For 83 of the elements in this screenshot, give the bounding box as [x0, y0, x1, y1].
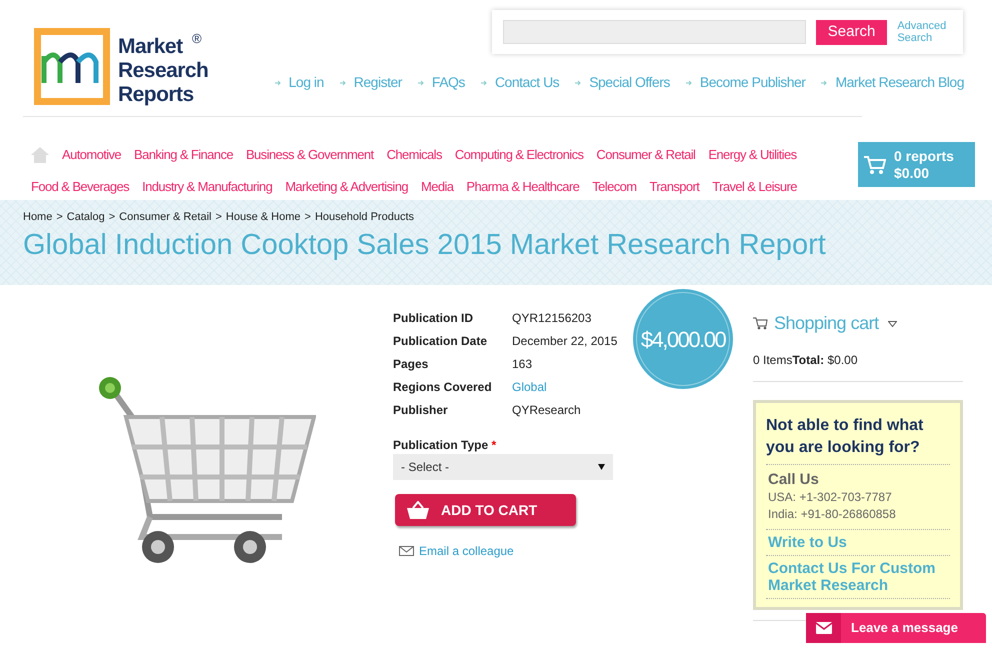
- arrow-icon: [274, 80, 281, 86]
- breadcrumb-link[interactable]: House & Home: [226, 209, 300, 226]
- category-link[interactable]: Pharma & Healthcare: [466, 177, 580, 197]
- cart-icon: [864, 154, 886, 174]
- category-link[interactable]: Food & Beverages: [31, 177, 130, 197]
- category-link[interactable]: Automotive: [62, 145, 122, 165]
- help-link[interactable]: Write to Us: [768, 534, 950, 551]
- envelope-icon: [399, 546, 414, 556]
- leave-message-button[interactable]: Leave a message: [806, 613, 986, 643]
- nav-link[interactable]: Special Offers: [589, 72, 670, 93]
- nav-link[interactable]: Contact Us: [494, 72, 560, 93]
- publication-type-select[interactable]: - Select -: [393, 454, 613, 480]
- arrow-icon: [686, 80, 692, 86]
- category-link[interactable]: Marketing & Advertising: [285, 177, 408, 197]
- breadcrumb-separator: >: [304, 210, 311, 225]
- breadcrumb-separator: >: [215, 210, 222, 225]
- category-link[interactable]: Banking & Finance: [134, 145, 233, 165]
- logo-icon: [34, 28, 110, 105]
- shopping-cart-title[interactable]: Shopping cart: [774, 310, 879, 337]
- category-link[interactable]: Travel & Leisure: [712, 177, 797, 197]
- search-field[interactable]: [503, 20, 806, 44]
- category-link[interactable]: Energy & Utilities: [708, 145, 796, 165]
- email-colleague-link[interactable]: Email a colleague: [419, 542, 514, 560]
- breadcrumb-link[interactable]: Consumer & Retail: [119, 209, 212, 226]
- breadcrumb-separator: >: [108, 210, 116, 225]
- required-mark: *: [491, 438, 496, 452]
- nav-link[interactable]: Log in: [288, 72, 324, 93]
- detail-value: QYResearch: [512, 402, 581, 419]
- help-heading: Not able to find what you are looking for?: [766, 415, 950, 465]
- price: $4,000.00: [640, 326, 726, 354]
- detail-label: Publication Date: [393, 333, 488, 350]
- detail-label: Regions Covered: [393, 379, 493, 396]
- detail-label: Publication ID: [393, 310, 474, 327]
- arrow-icon: [480, 80, 487, 86]
- category-link[interactable]: Media: [420, 177, 454, 197]
- detail-value: QYR12156203: [512, 310, 592, 327]
- help-link[interactable]: Contact Us For Custom Market Research: [768, 560, 950, 594]
- home-icon[interactable]: [31, 147, 49, 163]
- page-title: Global Induction Cooktop Sales 2015 Market Research Report: [23, 228, 827, 262]
- advanced-search-link[interactable]: Advanced Search: [897, 20, 952, 44]
- category-link[interactable]: Computing & Electronics: [454, 145, 584, 165]
- arrow-icon: [575, 80, 582, 86]
- category-link[interactable]: Transport: [650, 177, 700, 197]
- category-link[interactable]: Chemicals: [386, 145, 442, 165]
- breadcrumb-link[interactable]: Household Products: [314, 209, 414, 226]
- dropdown-arrow-icon: [598, 464, 605, 470]
- nav-link[interactable]: Register: [354, 72, 402, 93]
- logo-text: Research: [118, 59, 208, 83]
- detail-label: Pages: [393, 356, 430, 373]
- cart-summary-box[interactable]: 0 reports $0.00: [858, 142, 975, 187]
- nav-link[interactable]: Become Publisher: [700, 72, 806, 93]
- nav-link[interactable]: FAQs: [432, 72, 465, 93]
- arrow-icon: [340, 80, 346, 86]
- cart-total: $0.00: [894, 164, 930, 182]
- call-us-heading: Call Us: [768, 471, 820, 489]
- nav-link[interactable]: Market Research Blog: [835, 72, 964, 93]
- arrow-icon: [418, 80, 424, 86]
- category-link[interactable]: Telecom: [592, 177, 636, 197]
- add-to-cart-button[interactable]: ADD TO CART: [395, 494, 576, 526]
- breadcrumb-link[interactable]: Catalog: [66, 209, 105, 226]
- dropdown-arrow-icon[interactable]: [888, 320, 897, 326]
- category-link[interactable]: Industry & Manufacturing: [142, 177, 272, 197]
- detail-label: Publisher: [393, 402, 449, 419]
- phone-number: USA: +1-302-703-7787: [768, 489, 893, 506]
- category-link[interactable]: Consumer & Retail: [596, 145, 696, 165]
- phone-number: India: +91-80-26860858: [768, 506, 897, 523]
- detail-value: December 22, 2015: [512, 333, 618, 350]
- logo-text: Reports: [118, 83, 194, 107]
- region-link[interactable]: Global: [512, 376, 547, 399]
- cart-count: 0 reports: [894, 148, 954, 164]
- envelope-icon: [816, 622, 832, 634]
- detail-value: 163: [512, 356, 532, 373]
- breadcrumb-separator: >: [56, 210, 63, 225]
- basket-icon: [407, 501, 429, 519]
- search-button[interactable]: Search: [816, 20, 888, 44]
- arrow-icon: [821, 80, 828, 86]
- cart-icon: [753, 317, 768, 330]
- registered-mark: ®: [192, 30, 202, 48]
- logo-text: Market: [118, 35, 183, 59]
- cart-summary: 0 ItemsTotal: $0.00: [753, 351, 963, 382]
- field-label: Publication Type: [393, 438, 488, 452]
- category-link[interactable]: Business & Government: [246, 145, 374, 165]
- breadcrumb-link[interactable]: Home: [23, 209, 52, 226]
